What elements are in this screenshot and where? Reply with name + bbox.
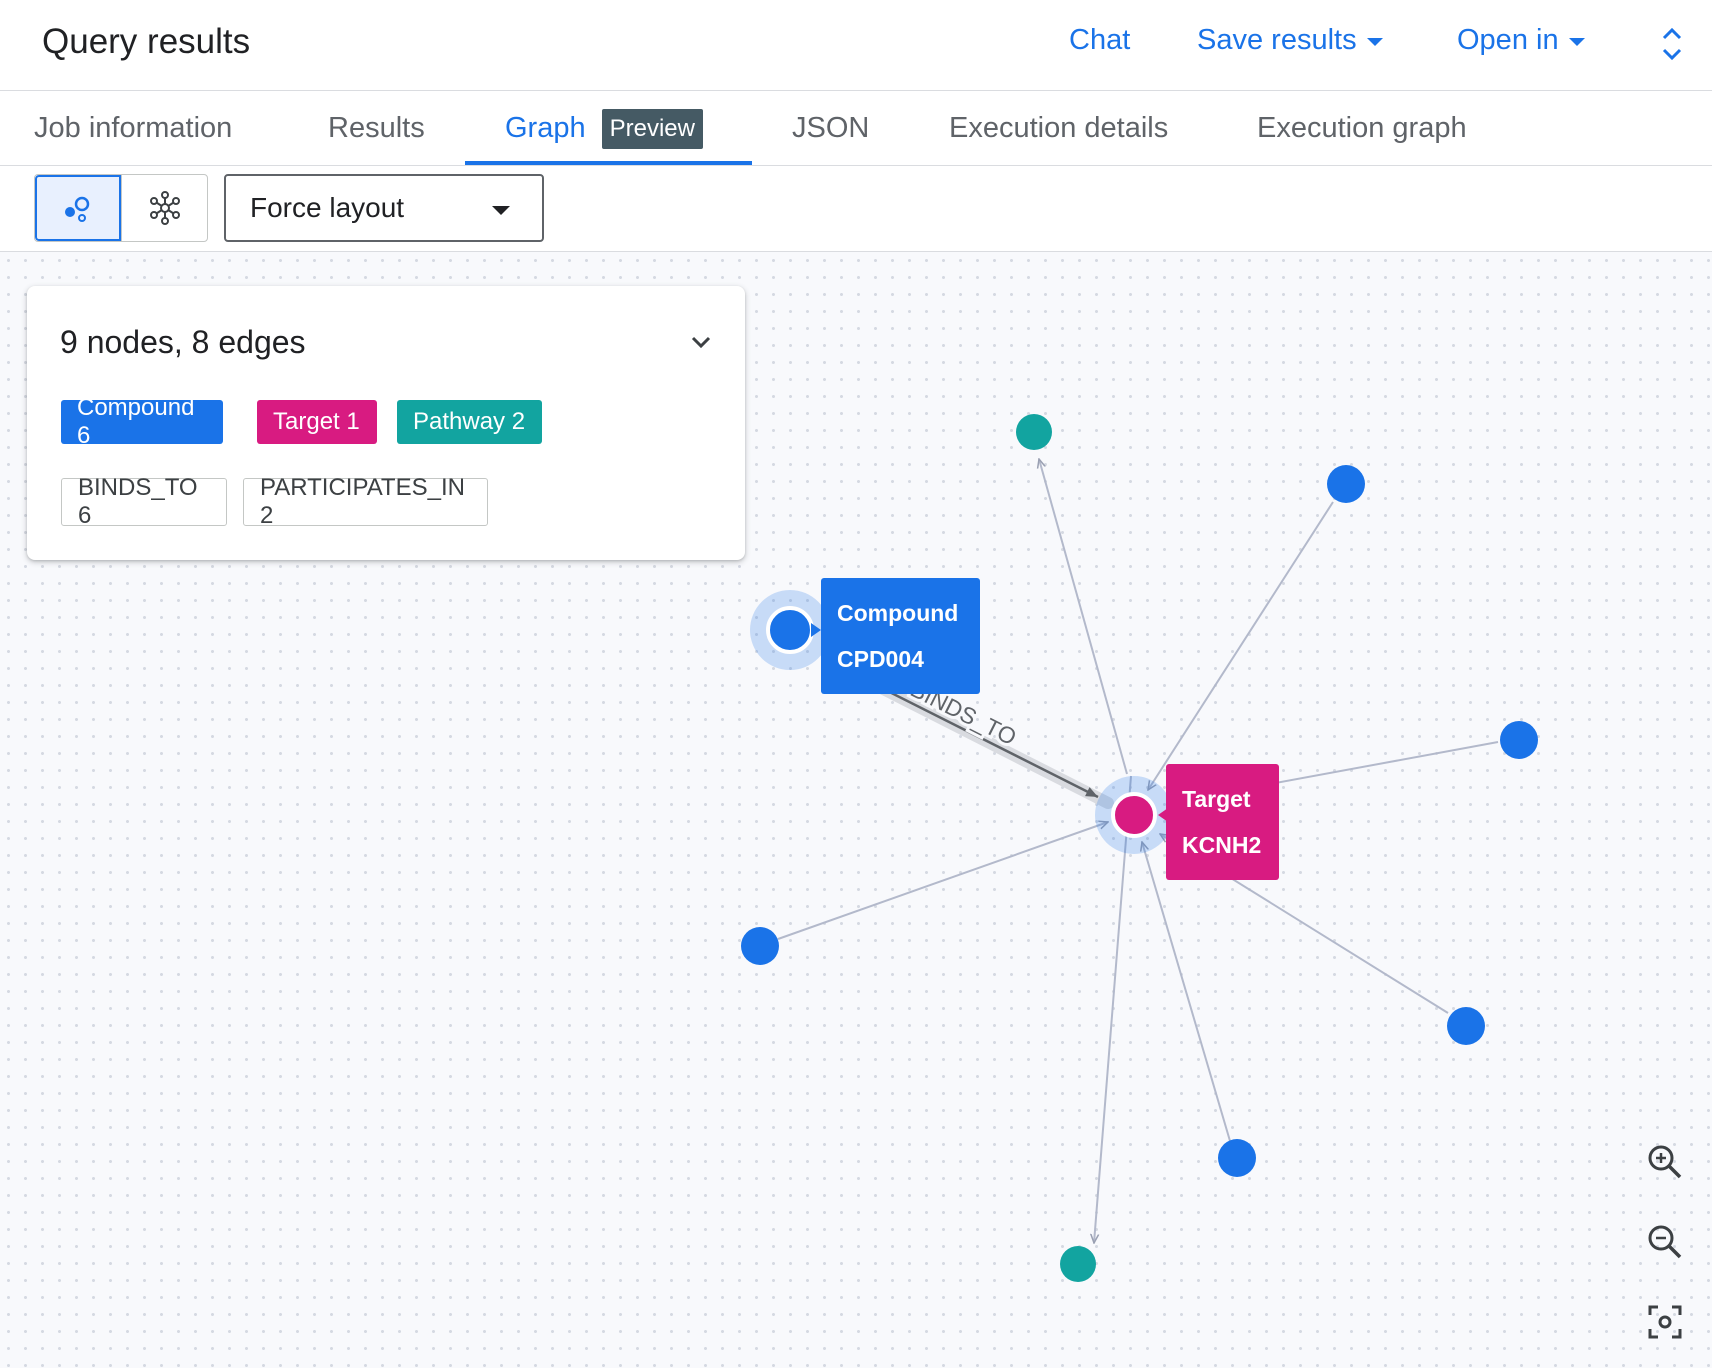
tab-results[interactable]: Results — [328, 91, 425, 166]
tooltip-id: KCNH2 — [1182, 832, 1262, 858]
graph-edge[interactable] — [1148, 501, 1334, 790]
unfold-icon — [1662, 27, 1682, 61]
compound-node[interactable] — [1500, 721, 1538, 759]
expand-collapse-button[interactable] — [1657, 24, 1687, 64]
dropdown-arrow-icon — [492, 206, 510, 215]
caret-down-icon — [1568, 37, 1585, 46]
save-results-label: Save results — [1197, 24, 1357, 56]
tab-execution-details[interactable]: Execution details — [949, 91, 1168, 166]
node-chip-compound[interactable]: Compound 6 — [61, 394, 223, 449]
fit-view-button[interactable] — [1645, 1302, 1685, 1342]
active-tab-indicator — [465, 161, 752, 165]
pathway-node[interactable] — [1016, 414, 1052, 450]
compound-node[interactable] — [1218, 1139, 1256, 1177]
tab-graph[interactable]: Graph Preview — [505, 91, 703, 166]
network-view-button[interactable] — [121, 175, 207, 241]
graph-nodes — [741, 414, 1538, 1282]
edge-chip-participates-in[interactable]: PARTICIPATES_IN 2 — [243, 474, 488, 529]
zoom-in-icon — [1648, 1145, 1682, 1179]
node-view-icon — [65, 196, 90, 222]
fit-view-icon — [1648, 1305, 1682, 1339]
tooltip-type: Target — [1182, 786, 1251, 812]
node-view-button[interactable] — [35, 175, 122, 241]
zoom-in-button[interactable] — [1645, 1142, 1685, 1182]
layout-select[interactable]: Force layout — [224, 174, 544, 242]
compound-node-selected[interactable] — [766, 606, 814, 654]
node-chip-target[interactable]: Target 1 — [257, 400, 377, 444]
open-in-button[interactable]: Open in — [1457, 24, 1585, 57]
collapse-summary-button[interactable] — [687, 328, 715, 356]
network-view-icon — [149, 191, 180, 225]
target-node-tooltip: Target KCNH2 — [1166, 764, 1279, 880]
preview-badge: Preview — [601, 108, 703, 149]
graph-summary-card: 9 nodes, 8 edges Compound 6 Target 1 Pat… — [27, 286, 745, 560]
summary-title: 9 nodes, 8 edges — [60, 324, 306, 360]
compound-node-tooltip: Compound CPD004 — [821, 578, 980, 694]
target-node[interactable] — [1111, 792, 1157, 838]
compound-node[interactable] — [1327, 465, 1365, 503]
result-tabs: Job information Results Graph Preview JS… — [0, 91, 1712, 166]
tab-job-information[interactable]: Job information — [34, 91, 232, 166]
graph-toolbar: Force layout — [0, 166, 1712, 252]
tooltip-type: Compound — [837, 600, 959, 626]
compound-node[interactable] — [741, 927, 779, 965]
chat-button[interactable]: Chat — [1069, 24, 1130, 57]
graph-edge[interactable] — [777, 822, 1108, 940]
tab-graph-label: Graph — [505, 112, 586, 144]
pathway-node[interactable] — [1060, 1246, 1096, 1282]
tooltip-id: CPD004 — [837, 646, 924, 672]
zoom-out-button[interactable] — [1645, 1222, 1685, 1262]
graph-edge[interactable] — [1039, 459, 1128, 775]
page-title: Query results — [42, 22, 251, 61]
caret-down-icon — [1366, 37, 1383, 46]
tab-json[interactable]: JSON — [792, 91, 869, 166]
node-chip-pathway[interactable]: Pathway 2 — [397, 400, 542, 444]
chat-label: Chat — [1069, 24, 1131, 56]
zoom-out-icon — [1648, 1225, 1682, 1259]
chevron-down-icon — [691, 336, 711, 349]
query-results-header: Query results Chat Save results Open in — [0, 0, 1712, 91]
view-toggle — [34, 174, 208, 242]
open-in-label: Open in — [1457, 24, 1559, 56]
edge-chip-binds-to[interactable]: BINDS_TO 6 — [61, 474, 227, 529]
compound-node[interactable] — [1447, 1007, 1485, 1045]
save-results-button[interactable]: Save results — [1197, 24, 1383, 57]
tab-execution-graph[interactable]: Execution graph — [1257, 91, 1467, 166]
layout-select-value: Force layout — [250, 192, 405, 223]
graph-edge[interactable] — [1142, 842, 1231, 1142]
